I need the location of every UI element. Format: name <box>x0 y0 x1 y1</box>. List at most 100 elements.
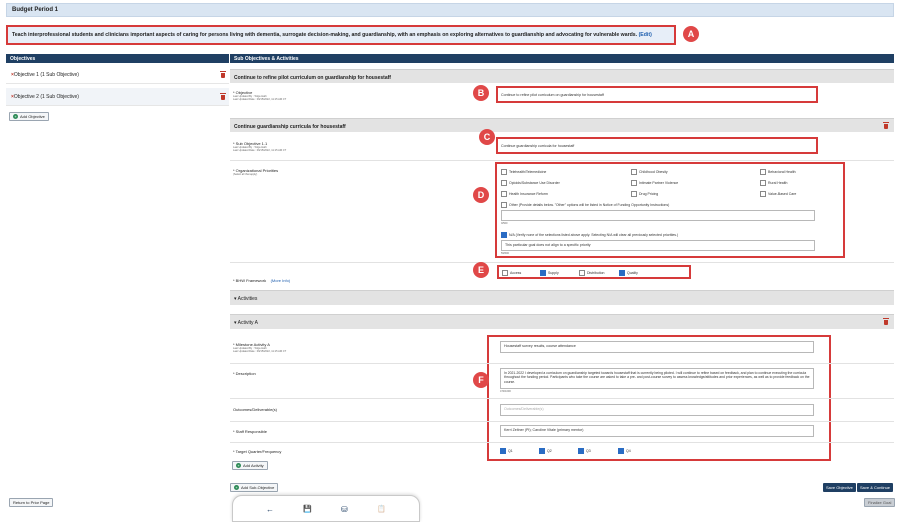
priority-telehealth[interactable]: Telehealth/Telemedicine <box>501 169 546 175</box>
checkbox[interactable] <box>760 191 766 197</box>
updated-date: Last Updated Date : 09/15/2022, 11:15 AM… <box>233 350 287 354</box>
priority-health-insurance[interactable]: Health Insurance Reform <box>501 191 548 197</box>
checkbox-checked[interactable] <box>501 232 507 238</box>
callout-f: F <box>473 372 489 388</box>
objective-title: Continue to refine pilot curriculum on g… <box>234 75 391 81</box>
delete-icon[interactable] <box>883 122 889 129</box>
delete-icon[interactable] <box>883 318 889 325</box>
activity-title: Activity A <box>237 320 258 326</box>
more-info-link[interactable]: (More Info) <box>271 278 291 283</box>
quarter-q3[interactable]: Q3 <box>578 448 591 454</box>
clipboard-icon[interactable]: 📋 <box>377 505 386 513</box>
option-label: Q1 <box>508 448 513 453</box>
milestone-label-group: * Milestone Activity A Last Updated By :… <box>233 342 433 353</box>
bhw-supply[interactable]: Supply <box>540 270 559 276</box>
checkbox[interactable] <box>760 180 766 186</box>
milestone-input[interactable]: Housestaff survey results, course attend… <box>500 341 814 353</box>
return-prior-page-label: Return to Prior Page <box>13 500 50 505</box>
activities-section-bar[interactable]: ▾ Activities <box>230 290 894 305</box>
outcomes-placeholder: Outcomes/Deliverable(s) <box>504 407 544 411</box>
org-priorities-label-group: * Organizational Priorities (Select all … <box>233 168 433 176</box>
quarter-q4[interactable]: Q4 <box>618 448 631 454</box>
save-icon[interactable]: 💾 <box>303 505 312 513</box>
add-activity-button[interactable]: + Add Activity <box>232 461 268 470</box>
other-details-input[interactable] <box>501 210 815 221</box>
activity-a-section-bar[interactable]: ▾ Activity A <box>230 314 894 329</box>
callout-d: D <box>473 187 489 203</box>
na-justification-input[interactable]: This particular goal does not align to a… <box>501 240 815 251</box>
checkbox[interactable] <box>501 180 507 186</box>
quarter-q2[interactable]: Q2 <box>539 448 552 454</box>
bhw-quality[interactable]: Quality <box>619 270 638 276</box>
bhw-distribution[interactable]: Distribution <box>579 270 605 276</box>
checkbox[interactable] <box>631 180 637 186</box>
priority-na[interactable]: N/A (Verify none of the selections liste… <box>501 232 678 238</box>
checkbox[interactable] <box>501 169 507 175</box>
budget-period-title: Budget Period 1 <box>12 7 59 13</box>
save-all-icon[interactable]: ⛁ <box>341 505 348 514</box>
finalize-goal-button[interactable]: Finalize Goal <box>864 498 896 507</box>
objective-item-1[interactable]: ×Objective 1 (1 Sub Objective) <box>6 66 229 84</box>
return-prior-page-button[interactable]: Return to Prior Page <box>9 498 54 507</box>
priority-opioids[interactable]: Opioids/Substance Use Disorder <box>501 180 560 186</box>
save-objective-button[interactable]: Save Objective <box>823 483 856 492</box>
checkbox-checked[interactable] <box>618 448 624 454</box>
bhw-label-group: * BHW Framework (More Info) <box>233 269 290 287</box>
option-label: N/A (Verify none of the selections liste… <box>509 232 679 237</box>
description-textarea[interactable]: In 2021-2022 I developed a curriculum on… <box>500 368 814 389</box>
add-sub-objective-label: Add Sub-Objective <box>241 485 275 490</box>
delete-icon[interactable] <box>220 71 226 78</box>
sub-objective-input[interactable]: Continue guardianship curricula for hous… <box>496 137 818 154</box>
other-char-counter: 0/500 <box>501 222 508 225</box>
priority-other[interactable]: Other (Provide details below. "Other" op… <box>501 202 669 208</box>
checkbox-checked[interactable] <box>539 448 545 454</box>
checkbox[interactable] <box>760 169 766 175</box>
save-continue-button[interactable]: Save & Continue <box>857 483 894 492</box>
checkbox-checked[interactable] <box>540 270 546 276</box>
checkbox[interactable] <box>631 191 637 197</box>
divider <box>230 421 894 422</box>
bhw-access[interactable]: Access <box>502 270 521 276</box>
checkbox[interactable] <box>631 169 637 175</box>
staff-responsible-label: * Staff Responsible <box>233 429 267 434</box>
add-sub-objective-button[interactable]: + Add Sub-Objective <box>230 483 279 492</box>
outcomes-input[interactable]: Outcomes/Deliverable(s) <box>500 404 814 416</box>
priority-intimate-partner-violence[interactable]: Intimate Partner Violence <box>631 180 678 186</box>
option-label: Opioids/Substance Use Disorder <box>509 180 560 185</box>
checkbox[interactable] <box>502 270 508 276</box>
priority-rural-health[interactable]: Rural Health <box>760 180 787 186</box>
floating-toolbar: ← 💾 ⛁ 📋 <box>232 495 420 522</box>
sub-objective-field-label-group: * Sub Objective 1.1 Last Updated By : To… <box>233 141 433 152</box>
save-objective-label: Save Objective <box>826 485 853 490</box>
checkbox-checked[interactable] <box>619 270 625 276</box>
quarter-q1[interactable]: Q1 <box>500 448 513 454</box>
divider <box>230 262 894 263</box>
na-char-counter: 59/500 <box>501 252 509 255</box>
checkbox-checked[interactable] <box>578 448 584 454</box>
checkbox[interactable] <box>501 191 507 197</box>
plus-icon: + <box>236 463 241 469</box>
objective-item-label: Objective 2 (1 Sub Objective) <box>13 94 79 100</box>
priority-childhood-obesity[interactable]: Childhood Obesity <box>631 169 668 175</box>
delete-icon[interactable] <box>220 93 226 100</box>
description-label: * Description <box>233 371 256 376</box>
priority-value-based-care[interactable]: Value-Based Care <box>760 191 796 197</box>
priority-behavioral-health[interactable]: Behavioral Health <box>760 169 796 175</box>
objective-input[interactable]: Continue to refine pilot curriculum on g… <box>496 86 818 103</box>
sub-objective-title: Continue guardianship curricula for hous… <box>234 124 346 130</box>
objective-item-label: Objective 1 (1 Sub Objective) <box>13 72 79 78</box>
add-objective-button[interactable]: + Add Objective <box>9 112 49 121</box>
checkbox[interactable] <box>501 202 507 208</box>
option-label: Other (Provide details below. "Other" op… <box>509 202 670 207</box>
option-label: Rural Health <box>768 180 788 185</box>
option-label: Behavioral Health <box>768 169 796 174</box>
edit-goal-link[interactable]: (Edit) <box>639 32 652 38</box>
staff-responsible-input[interactable]: Kerri Zeltner (PI); Caroline Vitale (pri… <box>500 425 814 437</box>
priority-drug-pricing[interactable]: Drug Pricing <box>631 191 658 197</box>
checkbox-checked[interactable] <box>500 448 506 454</box>
na-justification-value: This particular goal does not align to a… <box>505 243 591 247</box>
back-arrow-icon[interactable]: ← <box>266 505 274 514</box>
objective-item-2[interactable]: ×Objective 2 (1 Sub Objective) <box>6 88 229 106</box>
option-label: Drug Pricing <box>639 191 659 196</box>
checkbox[interactable] <box>579 270 585 276</box>
